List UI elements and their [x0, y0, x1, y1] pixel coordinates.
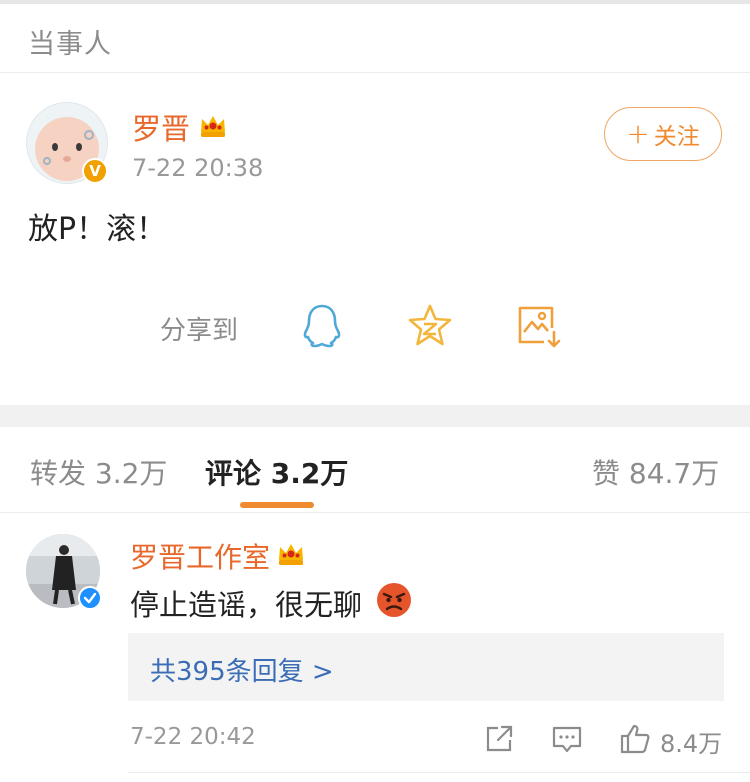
comment-text: 停止造谣，很无聊: [130, 588, 363, 622]
post-timestamp: 7-22 20:38: [132, 154, 264, 182]
active-tab-indicator: [240, 502, 314, 508]
tab-repost[interactable]: 转发 3.2万: [30, 452, 167, 492]
crown-icon: [201, 116, 225, 137]
checkmark-icon: [83, 592, 97, 604]
divider: [128, 772, 750, 773]
plus-icon: +: [626, 117, 650, 150]
tab-like[interactable]: 赞 84.7万: [592, 452, 719, 492]
share-label: 分享到: [160, 316, 239, 346]
verified-badge: [78, 586, 102, 610]
section-title: 当事人: [28, 29, 112, 60]
top-border: [0, 0, 750, 4]
author-name[interactable]: 罗晋: [132, 106, 190, 148]
divider: [0, 72, 750, 73]
vip-badge: V: [82, 158, 108, 184]
divider: [0, 512, 750, 513]
thumbs-up-icon[interactable]: [618, 722, 652, 756]
save-image-icon[interactable]: [514, 302, 562, 350]
comment-timestamp: 7-22 20:42: [130, 724, 256, 750]
angry-face-icon: [377, 583, 411, 617]
section-gap: [0, 405, 750, 427]
share-icon[interactable]: [482, 722, 516, 756]
view-replies-link[interactable]: 共395条回复 >: [150, 651, 334, 688]
crown-icon: [279, 544, 303, 565]
follow-button[interactable]: + 关注: [604, 107, 722, 161]
qq-icon[interactable]: [298, 302, 346, 350]
tab-comment[interactable]: 评论 3.2万: [205, 452, 348, 492]
follow-label: 关注: [653, 124, 700, 150]
like-count: 8.4万: [660, 730, 723, 758]
qzone-star-icon[interactable]: [406, 302, 454, 350]
comment-icon[interactable]: [550, 722, 584, 756]
commenter-name[interactable]: 罗晋工作室: [130, 536, 270, 576]
post-text: 放P！滚！: [28, 212, 167, 247]
